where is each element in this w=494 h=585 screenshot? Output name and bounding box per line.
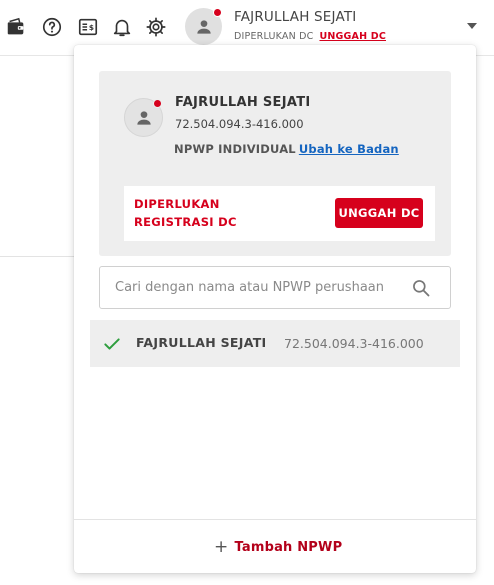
top-user-name: FAJRULLAH SEJATI <box>234 9 357 25</box>
dc-alert-box: DIPERLUKAN REGISTRASI DC UNGGAH DC <box>124 186 435 241</box>
svg-text:$: $ <box>89 23 94 32</box>
chevron-down-icon[interactable] <box>466 20 478 32</box>
notification-dot <box>153 99 162 108</box>
help-icon[interactable] <box>40 15 64 39</box>
upload-dc-link[interactable]: UNGGAH DC <box>319 31 386 42</box>
check-icon <box>104 338 120 350</box>
search-icon[interactable] <box>411 278 431 298</box>
notification-dot <box>213 8 222 17</box>
gear-icon[interactable] <box>144 15 168 39</box>
footer-divider <box>74 519 476 520</box>
upload-dc-button[interactable]: UNGGAH DC <box>335 198 423 228</box>
wallet-icon[interactable] <box>4 15 28 39</box>
npwp-type: NPWP INDIVIDUAL Ubah ke Badan <box>174 142 399 156</box>
top-user-status: DIPERLUKAN DC UNGGAH DC <box>234 31 386 42</box>
search-input[interactable] <box>115 267 405 308</box>
bell-icon[interactable] <box>110 15 134 39</box>
profile-avatar <box>124 98 163 137</box>
status-text: DIPERLUKAN DC <box>234 31 314 42</box>
page-divider <box>0 256 80 257</box>
profile-npwp: 72.504.094.3-416.000 <box>175 117 304 131</box>
profile-card: FAJRULLAH SEJATI 72.504.094.3-416.000 NP… <box>99 71 451 256</box>
person-icon <box>196 19 211 34</box>
company-npwp: 72.504.094.3-416.000 <box>284 336 424 351</box>
npwp-type-label: NPWP INDIVIDUAL <box>174 142 296 156</box>
add-npwp-button[interactable]: + Tambah NPWP <box>214 537 343 557</box>
company-list-item[interactable]: FAJRULLAH SEJATI 72.504.094.3-416.000 <box>90 320 460 367</box>
dc-alert-text: DIPERLUKAN REGISTRASI DC <box>134 197 237 229</box>
plus-icon: + <box>214 537 229 557</box>
profile-name: FAJRULLAH SEJATI <box>175 95 311 110</box>
company-name: FAJRULLAH SEJATI <box>136 335 267 350</box>
add-npwp-label: Tambah NPWP <box>234 539 343 555</box>
user-avatar[interactable] <box>185 8 222 45</box>
company-search <box>99 266 451 309</box>
account-dropdown: FAJRULLAH SEJATI 72.504.094.3-416.000 NP… <box>74 45 476 573</box>
billing-icon[interactable]: $ <box>76 15 100 39</box>
person-icon <box>136 110 151 125</box>
change-to-entity-link[interactable]: Ubah ke Badan <box>299 142 399 156</box>
